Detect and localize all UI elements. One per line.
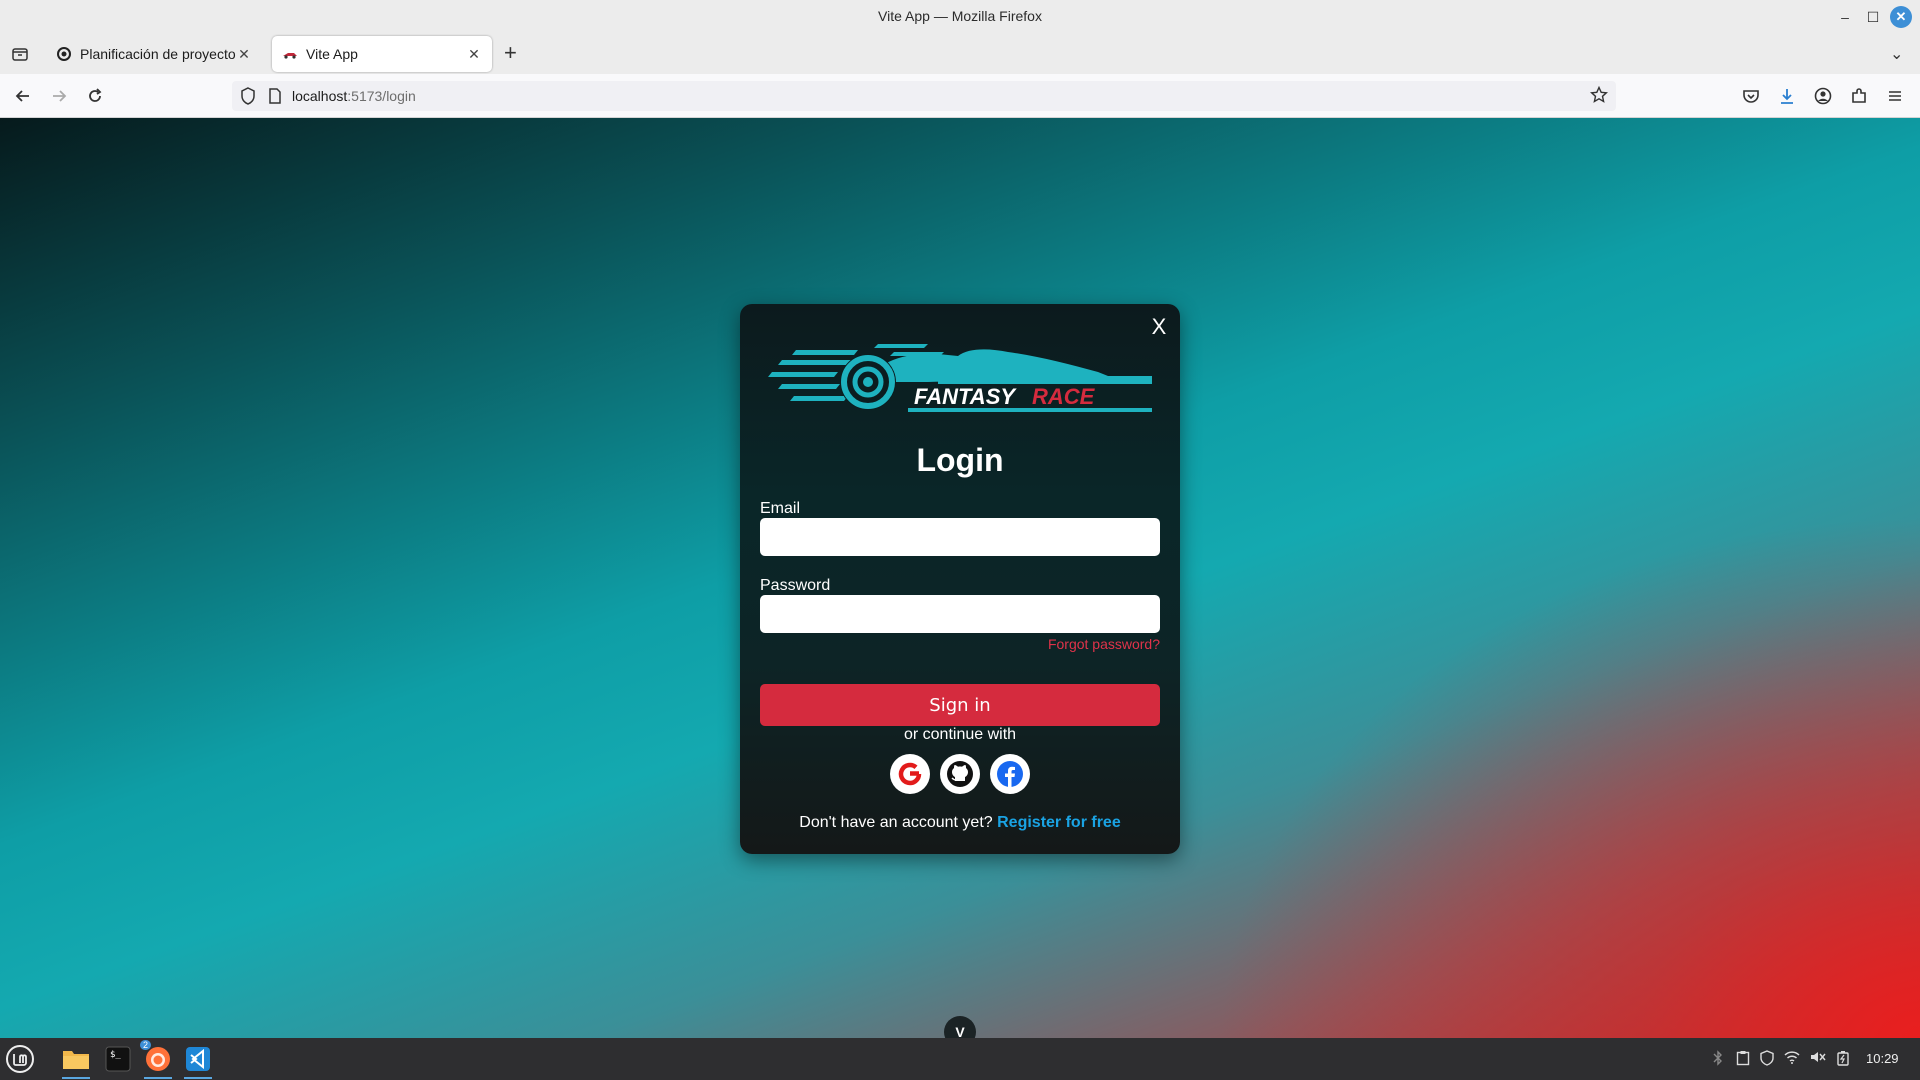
google-icon — [898, 762, 922, 786]
back-button[interactable] — [12, 85, 34, 107]
shield-icon[interactable] — [240, 87, 256, 110]
page-icon[interactable] — [268, 87, 282, 110]
password-field[interactable] — [760, 595, 1160, 633]
svg-text:$_: $_ — [110, 1050, 121, 1060]
google-login-button[interactable] — [890, 754, 930, 794]
arrow-right-icon — [53, 90, 67, 102]
url-text[interactable]: localhost:5173/login — [292, 88, 416, 104]
fantasyrace-logo: FANTASY RACE — [768, 344, 1152, 412]
tab-list-icon[interactable] — [10, 44, 30, 64]
logo-text-fantasy: FANTASY — [914, 384, 1017, 409]
menu-button[interactable] — [1884, 85, 1906, 107]
window-count-badge: 2 — [140, 1040, 152, 1050]
terminal-icon: $_ — [105, 1046, 131, 1072]
github-icon — [947, 761, 973, 787]
firefox-app-button[interactable]: 2 — [140, 1040, 174, 1079]
volume-muted-icon[interactable] — [1810, 1050, 1826, 1067]
clipboard-icon[interactable] — [1736, 1050, 1750, 1069]
folder-icon — [63, 1051, 89, 1069]
terminal-app-button[interactable]: $_ — [102, 1043, 134, 1075]
navigation-bar: localhost:5173/login — [0, 74, 1920, 118]
login-modal: X FANTASY RACE Login Email Password Forg… — [740, 304, 1180, 854]
wifi-icon[interactable] — [1784, 1050, 1800, 1067]
close-window-button[interactable]: ✕ — [1890, 6, 1912, 28]
reload-icon — [89, 88, 102, 102]
minimize-button[interactable]: – — [1834, 6, 1856, 28]
email-label: Email — [760, 500, 801, 517]
social-login-buttons — [740, 754, 1180, 794]
openai-icon — [56, 46, 72, 62]
puzzle-icon — [1852, 88, 1866, 103]
url-path: :5173/login — [347, 88, 416, 104]
window-title: Vite App — Mozilla Firefox — [878, 8, 1042, 24]
hamburger-icon — [1889, 91, 1901, 101]
maximize-button[interactable]: ☐ — [1862, 6, 1884, 28]
tab-label: Planificación de proyecto y l — [80, 46, 236, 62]
continue-with-text: or continue with — [903, 726, 1017, 743]
account-button[interactable] — [1812, 85, 1834, 107]
bookmark-star-icon[interactable] — [1589, 85, 1609, 109]
logo-text-race: RACE — [1032, 384, 1096, 409]
download-icon — [1781, 89, 1793, 104]
pocket-button[interactable] — [1740, 85, 1762, 107]
clock[interactable]: 10:29 — [1866, 1051, 1899, 1066]
reload-button[interactable] — [84, 85, 106, 107]
register-link[interactable]: Register for free — [997, 814, 1121, 831]
tab-planificacion[interactable]: Planificación de proyecto y l ✕ — [46, 36, 262, 72]
bluetooth-icon[interactable] — [1712, 1050, 1724, 1069]
tab-bar: Planificación de proyecto y l ✕ Vite App… — [0, 34, 1920, 74]
race-car-favicon-icon — [282, 46, 298, 62]
tab-vite-app[interactable]: Vite App ✕ — [272, 36, 492, 72]
login-title: Login — [916, 442, 1004, 478]
files-app-button[interactable] — [60, 1043, 92, 1079]
sign-in-button[interactable]: Sign in — [760, 684, 1160, 726]
github-login-button[interactable] — [940, 754, 980, 794]
vscode-app-button[interactable] — [182, 1043, 214, 1079]
extensions-button[interactable] — [1848, 85, 1870, 107]
no-account-text: Don't have an account yet? — [799, 814, 993, 831]
chevron-down-icon[interactable]: ⌄ — [1890, 44, 1903, 64]
arrow-left-icon — [15, 90, 29, 102]
linux-mint-icon — [6, 1045, 34, 1073]
url-host: localhost — [292, 88, 348, 104]
os-taskbar: $_ 2 10:29 — [0, 1038, 1920, 1080]
password-label: Password — [760, 577, 831, 594]
tab-close-icon[interactable]: ✕ — [466, 46, 482, 63]
address-bar[interactable]: localhost:5173/login — [232, 81, 1616, 111]
tab-close-icon[interactable]: ✕ — [236, 46, 252, 63]
register-row: Don't have an account yet? Register for … — [740, 814, 1180, 832]
window-titlebar: Vite App — Mozilla Firefox – ☐ ✕ — [0, 0, 1920, 34]
pocket-icon — [1743, 90, 1759, 103]
close-modal-button[interactable]: X — [1146, 314, 1172, 340]
forgot-password-link[interactable]: Forgot password? — [1048, 636, 1160, 652]
forward-button[interactable] — [48, 85, 70, 107]
account-icon — [1814, 87, 1832, 105]
battery-icon[interactable] — [1836, 1050, 1850, 1069]
downloads-button[interactable] — [1776, 85, 1798, 107]
tab-label: Vite App — [306, 46, 358, 62]
shield-tray-icon[interactable] — [1760, 1050, 1774, 1069]
mint-menu-button[interactable] — [4, 1043, 36, 1075]
vscode-icon — [186, 1047, 210, 1071]
facebook-login-button[interactable] — [990, 754, 1030, 794]
facebook-icon — [997, 761, 1023, 787]
page-viewport: X FANTASY RACE Login Email Password Forg… — [0, 118, 1920, 1048]
email-field[interactable] — [760, 518, 1160, 556]
new-tab-button[interactable]: + — [504, 42, 517, 64]
